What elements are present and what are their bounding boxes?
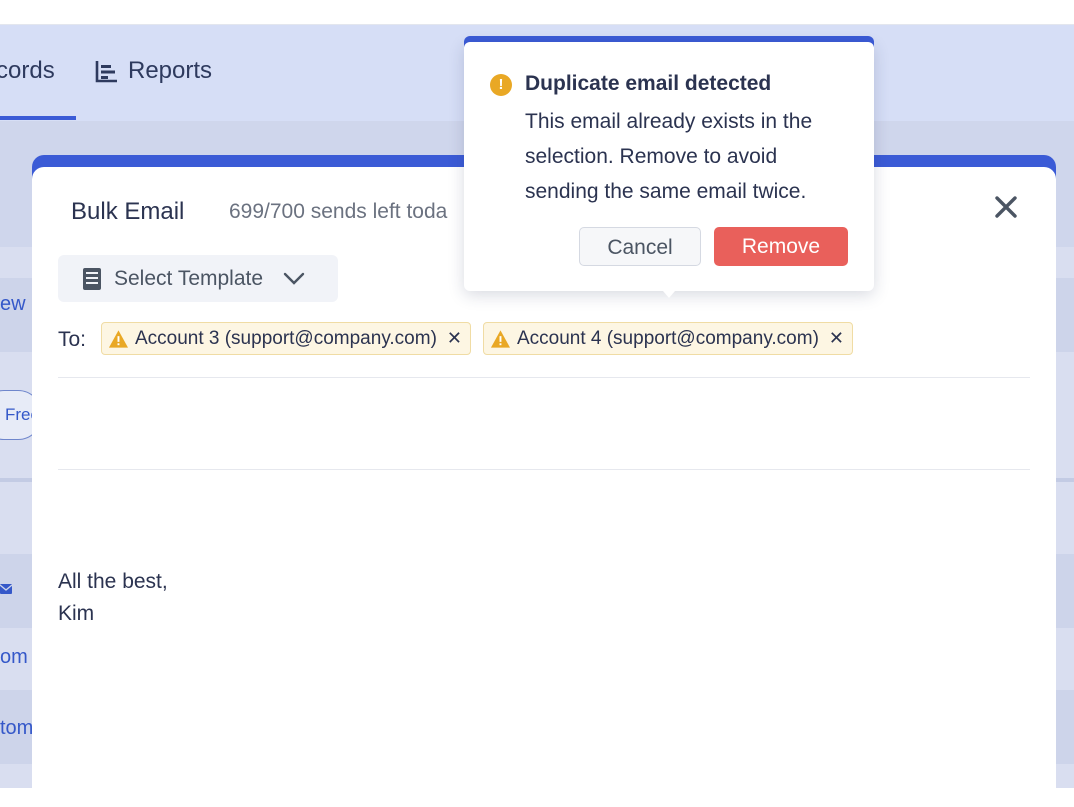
tab-reports-label: Reports: [128, 57, 213, 84]
background-cell: tom: [0, 717, 34, 739]
remove-button[interactable]: Remove: [714, 227, 848, 266]
background-cell: om: [0, 646, 28, 668]
chevron-down-icon: [283, 272, 305, 285]
email-body-line[interactable]: Kim: [58, 602, 94, 626]
modal-title: Bulk Email: [71, 198, 185, 225]
close-icon[interactable]: [992, 193, 1020, 221]
warning-icon: [490, 329, 511, 348]
envelope-icon: [0, 582, 13, 597]
popover-title: Duplicate email detected: [525, 72, 772, 95]
document-icon: [83, 267, 101, 290]
active-tab-indicator: [0, 116, 76, 120]
recipient-chip[interactable]: Account 4 (support@company.com) ✕: [483, 322, 853, 355]
recipient-label: Account 3 (support@company.com): [134, 327, 437, 349]
sends-left-text: 699/700 sends left toda: [229, 200, 448, 223]
duplicate-email-popover: ! Duplicate email detected This email al…: [464, 42, 874, 291]
remove-recipient-icon[interactable]: ✕: [447, 328, 462, 349]
select-template-button[interactable]: Select Template: [58, 255, 338, 302]
popover-message: This email already exists in the selecti…: [525, 110, 813, 203]
divider: [58, 377, 1030, 378]
email-body-line[interactable]: All the best,: [58, 570, 168, 594]
tab-records[interactable]: cords: [0, 57, 55, 85]
background-link[interactable]: ew: [0, 293, 26, 316]
recipient-chip[interactable]: Account 3 (support@company.com) ✕: [101, 322, 471, 355]
warning-circle-icon: !: [490, 74, 512, 96]
cancel-button[interactable]: Cancel: [579, 227, 701, 266]
warning-icon: [108, 329, 129, 348]
select-template-label: Select Template: [114, 266, 264, 290]
recipient-label: Account 4 (support@company.com): [516, 327, 819, 349]
tab-reports[interactable]: Reports: [94, 57, 212, 85]
divider: [58, 469, 1030, 470]
popover-arrow: [657, 284, 681, 298]
remove-recipient-icon[interactable]: ✕: [829, 328, 844, 349]
to-label: To:: [58, 328, 87, 351]
bar-chart-icon: [95, 61, 117, 83]
top-strip: [0, 0, 1074, 25]
tab-records-label: cords: [0, 57, 55, 84]
